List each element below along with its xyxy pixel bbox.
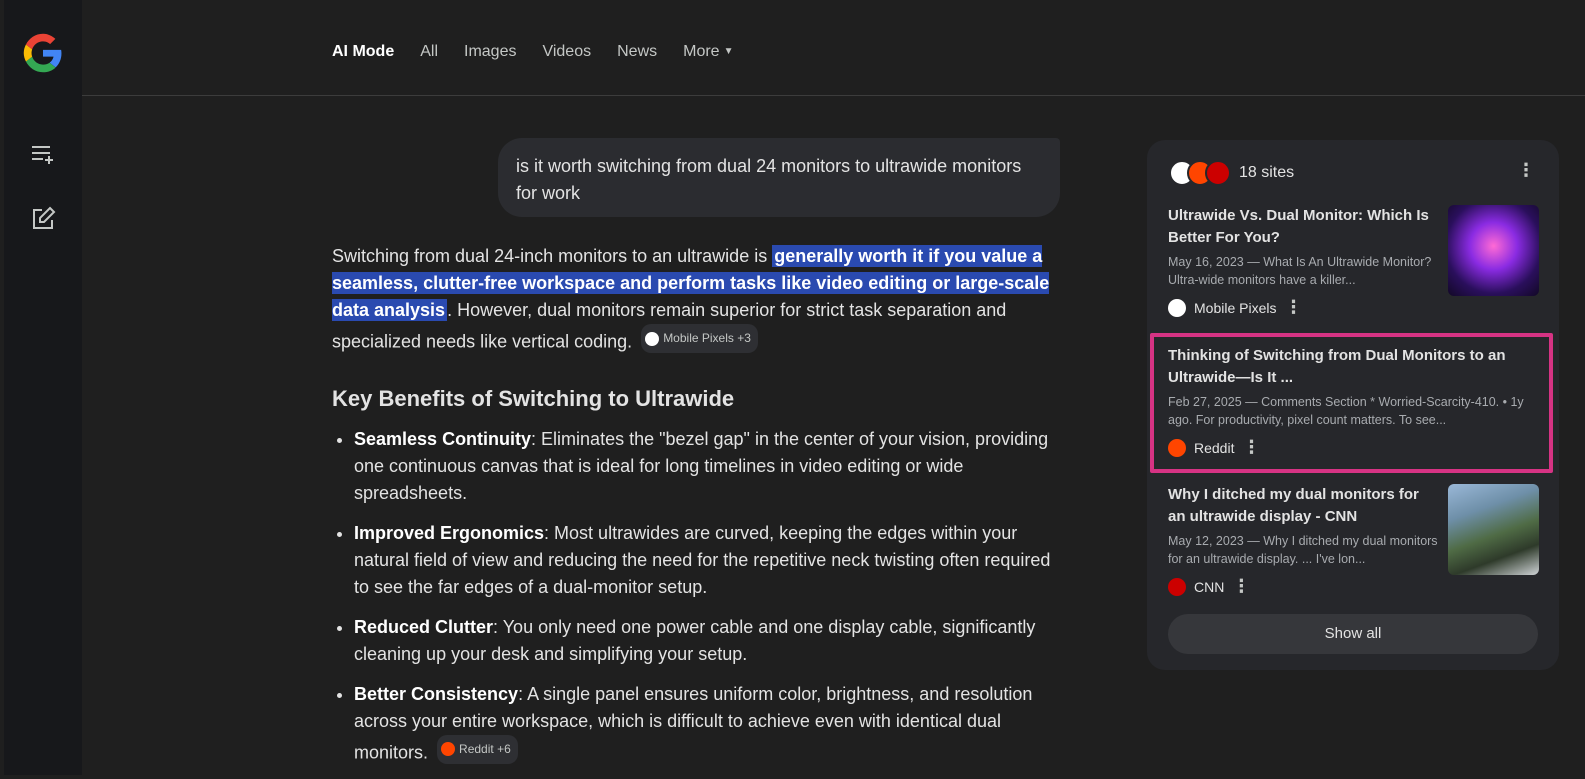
card-source: Mobile Pixels ⋮ <box>1168 297 1302 318</box>
chip-label: Mobile Pixels +3 <box>663 331 751 345</box>
google-logo[interactable] <box>22 32 64 74</box>
show-all-button[interactable]: Show all <box>1168 614 1538 654</box>
edit-icon[interactable] <box>30 206 56 232</box>
reddit-icon <box>441 742 456 756</box>
sources-header[interactable]: 18 sites <box>1169 160 1294 186</box>
ai-answer: Switching from dual 24-inch monitors to … <box>332 243 1062 779</box>
sites-count: 18 sites <box>1239 164 1295 181</box>
tab-videos[interactable]: Videos <box>542 43 591 61</box>
new-thread-icon[interactable] <box>30 141 56 167</box>
benefits-list: Seamless Continuity: Eliminates the "bez… <box>332 426 1062 767</box>
source-name: Mobile Pixels <box>1194 299 1277 316</box>
more-options-icon[interactable]: ⋮ <box>1232 576 1250 597</box>
more-options-icon[interactable]: ⋮ <box>1517 160 1535 181</box>
more-options-icon[interactable]: ⋮ <box>1284 297 1302 318</box>
source-chip-reddit[interactable]: Reddit +6 <box>437 734 518 764</box>
focus-highlight <box>1150 333 1553 473</box>
answer-intro: Switching from dual 24-inch monitors to … <box>332 243 1062 356</box>
card-snippet: May 16, 2023 — What Is An Ultrawide Moni… <box>1168 255 1432 287</box>
user-query-bubble: is it worth switching from dual 24 monit… <box>498 138 1060 217</box>
top-nav: AI Mode All Images Videos News More ▼ <box>82 0 1585 96</box>
chip-label: Reddit +6 <box>459 741 511 756</box>
bullet-title: Better Consistency <box>354 683 519 704</box>
intro-text: Switching from dual 24-inch monitors to … <box>332 246 773 266</box>
list-item: Improved Ergonomics: Most ultrawides are… <box>354 520 1062 601</box>
caret-down-icon: ▼ <box>723 46 734 57</box>
card-snippet: May 12, 2023 — Why I ditched my dual mon… <box>1168 534 1438 566</box>
tab-all[interactable]: All <box>420 43 438 61</box>
list-item: Better Consistency: A single panel ensur… <box>354 681 1062 767</box>
mobile-pixels-icon <box>645 331 660 346</box>
section-heading: Key Benefits of Switching to Ultrawide <box>332 385 735 411</box>
tab-more-label: More <box>683 43 720 60</box>
bullet-title: Improved Ergonomics <box>354 522 545 543</box>
bullet-title: Reduced Clutter <box>354 616 494 637</box>
thumbnail-image[interactable] <box>1448 205 1539 296</box>
tab-news[interactable]: News <box>617 43 657 61</box>
card-title[interactable]: Ultrawide Vs. Dual Monitor: Which Is Bet… <box>1168 205 1438 249</box>
thumbnail-image[interactable] <box>1448 484 1539 575</box>
list-item: Seamless Continuity: Eliminates the "bez… <box>354 426 1062 507</box>
list-item: Reduced Clutter: You only need one power… <box>354 614 1062 668</box>
cnn-icon <box>1205 160 1231 186</box>
cnn-icon <box>1168 577 1186 596</box>
bullet-title: Seamless Continuity <box>354 428 532 449</box>
search-tabs: AI Mode All Images Videos News More ▼ <box>332 43 759 61</box>
tab-ai-mode[interactable]: AI Mode <box>332 43 394 61</box>
tab-images[interactable]: Images <box>464 43 516 61</box>
card-title[interactable]: Why I ditched my dual monitors for an ul… <box>1168 484 1438 528</box>
source-name: CNN <box>1194 578 1225 595</box>
mobile-pixels-icon <box>1168 298 1186 317</box>
source-chip-mobile-pixels[interactable]: Mobile Pixels +3 <box>641 324 758 353</box>
left-rail <box>4 0 82 775</box>
card-source: CNN ⋮ <box>1168 576 1250 597</box>
tab-more[interactable]: More ▼ <box>683 43 733 61</box>
